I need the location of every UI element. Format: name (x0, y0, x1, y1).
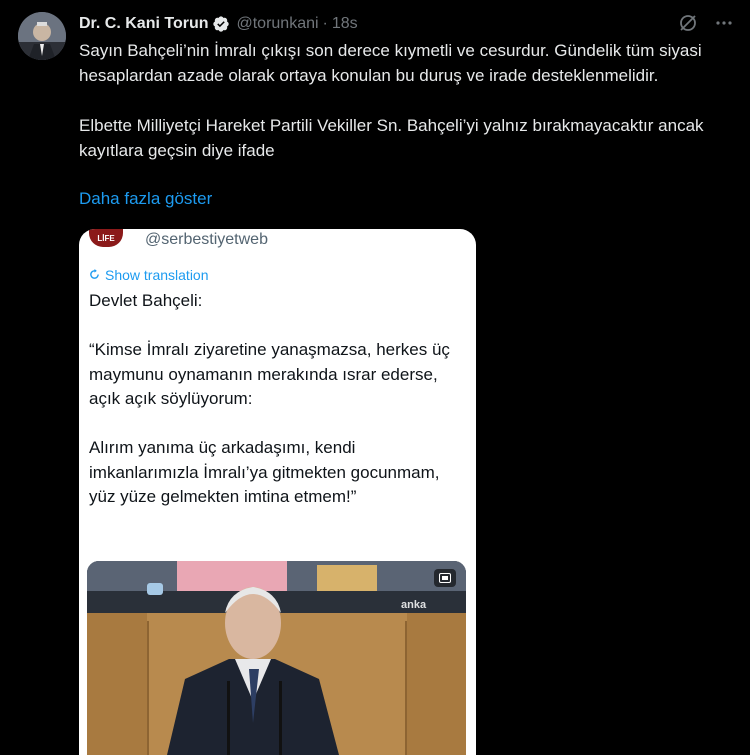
header-actions (678, 13, 734, 33)
tweet-header: Dr. C. Kani Torun @torunkani · 18s (79, 13, 734, 35)
separator-dot: · (322, 15, 328, 32)
show-more-link[interactable]: Daha fazla göster (79, 189, 212, 209)
tweet-text: Sayın Bahçeli’nin İmralı çıkışı son dere… (79, 41, 704, 160)
image-badge-icon (434, 569, 456, 587)
anka-watermark: anka (401, 599, 427, 611)
tweet-timestamp[interactable]: 18s (332, 15, 358, 33)
verified-badge-icon (212, 15, 230, 33)
author-name[interactable]: Dr. C. Kani Torun (79, 15, 208, 33)
author-avatar[interactable] (18, 12, 66, 60)
translate-icon (89, 267, 100, 283)
embedded-handle: @serbestiyetweb (145, 231, 268, 248)
author-handle[interactable]: @torunkani (236, 15, 318, 33)
embedded-quote-text: Devlet Bahçeli: “Kimse İmralı ziyaretine… (89, 291, 450, 506)
serbestiyet-logo: LİFE (89, 229, 123, 247)
speaker-photo: anka (87, 561, 466, 755)
grok-icon[interactable] (678, 13, 698, 33)
show-translation-label: Show translation (105, 267, 209, 283)
show-translation-link: Show translation (89, 267, 209, 283)
quoted-screenshot-image[interactable]: LİFE @serbestiyetweb Show translation De… (79, 229, 476, 755)
more-options-icon[interactable] (714, 13, 734, 33)
